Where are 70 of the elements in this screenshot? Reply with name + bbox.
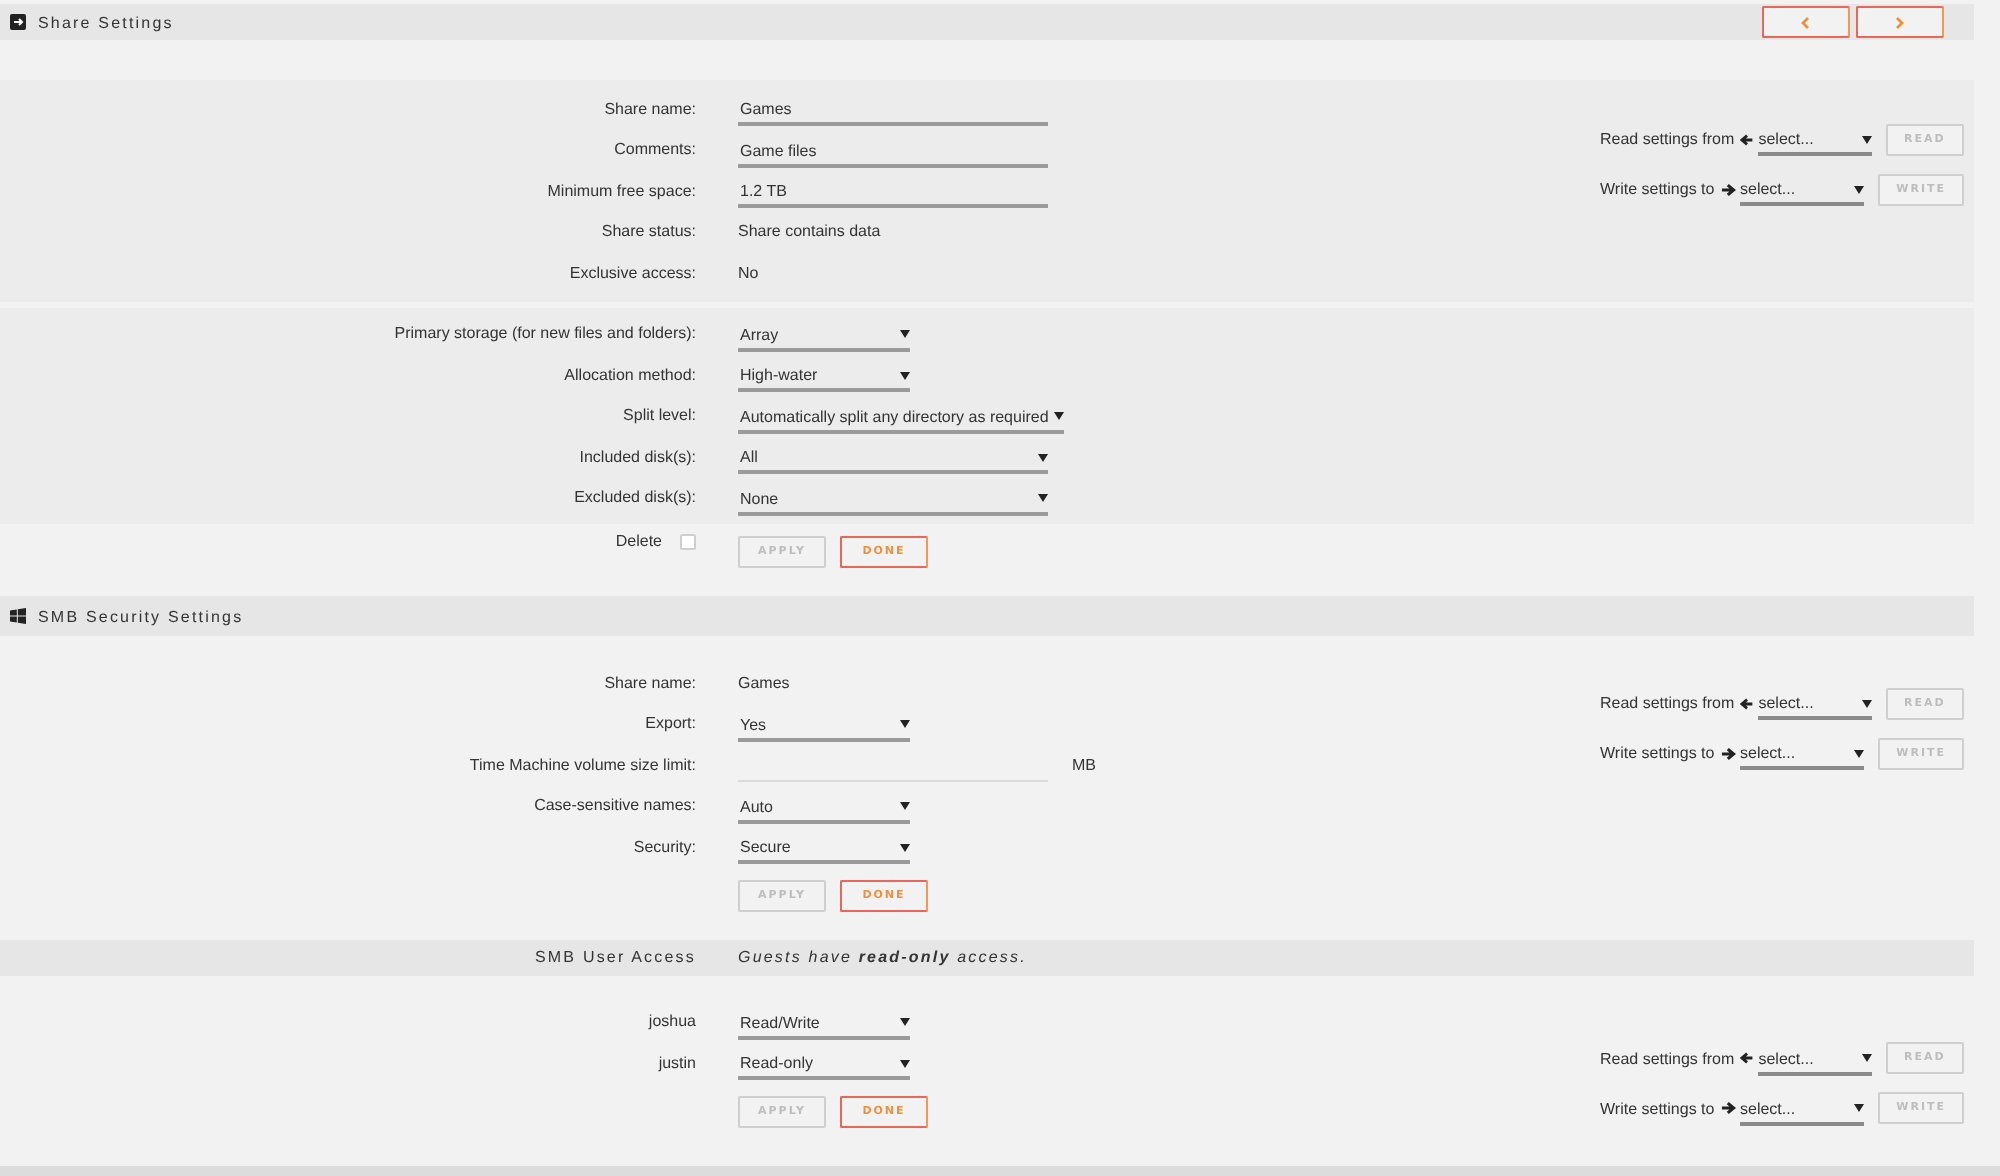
write-settings-label: Write settings to [1600,180,1715,198]
section-title: Share Settings [38,13,174,31]
field-label: Time Machine volume size limit: [469,755,696,774]
field-label: Comments: [614,140,696,159]
caret-icon [1854,1104,1865,1112]
guest-access-note: Guests have read-only access. [738,948,1027,966]
unit-label: MB [1072,755,1096,774]
caret-icon [1854,185,1865,193]
field-label: Share name: [604,99,696,118]
caret-icon [1861,135,1872,143]
dropdown[interactable]: All [738,446,1048,475]
write-settings-label: Write settings to [1600,744,1715,762]
field-label: Split level: [623,406,696,425]
read-settings-label: Read settings from [1600,130,1735,148]
field-label: Included disk(s): [579,447,696,466]
caret-icon [900,330,910,339]
delete-label: Delete [615,532,662,550]
caret-icon [900,802,910,811]
dropdown[interactable]: Array [738,323,910,352]
share-icon [10,14,26,30]
dropdown[interactable]: None [738,487,1048,516]
caret-icon [900,720,910,729]
field-label: Security: [633,837,696,856]
caret-icon [900,1059,910,1068]
text-field[interactable]: 1.2 TB [738,180,1048,209]
read-settings-label: Read settings from [1600,1049,1735,1067]
text-field[interactable]: Game files [738,139,1048,168]
field-label: Excluded disk(s): [574,488,696,507]
dropdown[interactable]: Secure [738,836,910,865]
caret-icon [1038,494,1048,503]
caret-icon [1861,699,1872,707]
caret-icon [900,843,910,852]
field-label: justin [658,1053,696,1072]
field-label: Primary storage (for new files and folders): [394,324,696,343]
arrow-left-icon [1740,1050,1755,1066]
field-label: Export: [645,714,696,733]
windows-icon [10,608,26,624]
field-value: No [738,263,759,282]
caret-icon [900,1018,910,1027]
arrow-left-icon [1740,695,1755,711]
arrow-right-icon [1720,181,1736,197]
field-value: Games [738,673,790,692]
write-settings-label: Write settings to [1600,1099,1715,1117]
caret-icon [1038,453,1048,462]
field-label: Allocation method: [564,365,696,384]
field-label: Share status: [601,222,696,241]
caret-icon [1054,412,1065,421]
text-field[interactable]: Games [738,98,1048,127]
dropdown[interactable]: Automatically split any directory as required [738,405,1065,434]
field-label: Share name: [604,673,696,692]
dropdown[interactable]: Read-only [738,1052,910,1081]
arrow-right-icon [1720,1100,1736,1116]
arrow-right-icon [1720,745,1736,761]
field-label: Minimum free space: [547,181,696,200]
dropdown[interactable]: Auto [738,795,910,824]
caret-icon [900,371,910,380]
read-settings-label: Read settings from [1600,694,1735,712]
field-value: Share contains data [738,222,881,241]
arrow-left-icon [1740,131,1755,147]
dropdown[interactable]: Yes [738,713,910,742]
delete-checkbox[interactable] [680,533,696,549]
section-title: SMB Security Settings [38,607,244,625]
caret-icon [1854,749,1865,757]
field-label: Exclusive access: [569,263,696,282]
section-title: SMB User Access [532,948,696,966]
field-label: Case-sensitive names: [534,796,696,815]
field-label: joshua [648,1012,696,1031]
dropdown[interactable]: High-water [738,364,910,393]
dropdown[interactable]: Read/Write [738,1011,910,1040]
caret-icon [1861,1054,1872,1062]
